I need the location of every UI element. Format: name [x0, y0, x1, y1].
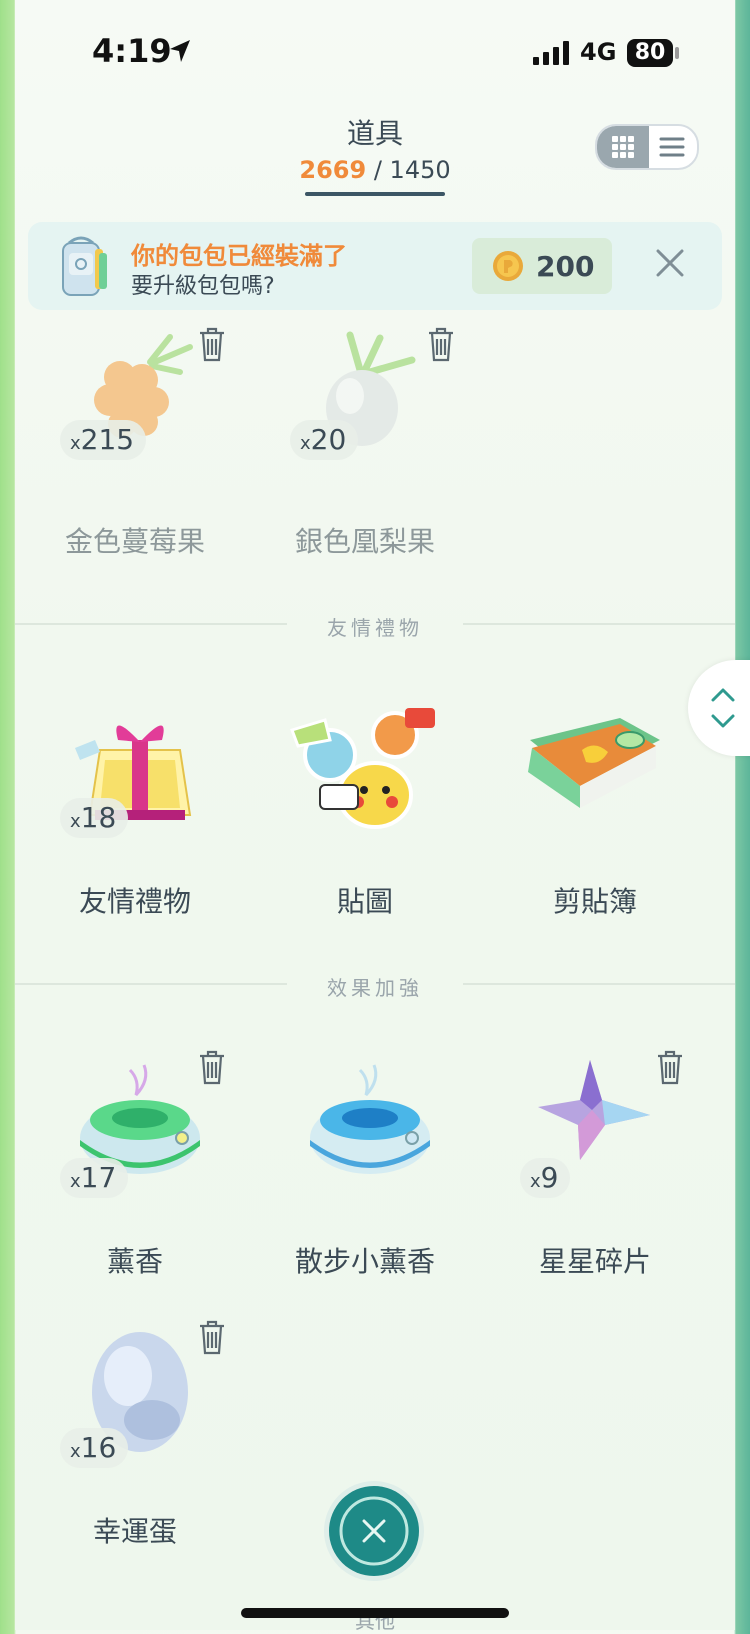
quantity-badge: x215 [60, 420, 147, 460]
quantity-badge: x17 [60, 1158, 129, 1198]
item-label: 星星碎片 [538, 1245, 651, 1278]
banner-headline: 你的包包已經裝滿了 [131, 242, 347, 270]
quantity-value: 20 [310, 423, 347, 456]
item-label: 散步小薰香 [294, 1245, 435, 1278]
quantity-prefix: x [300, 433, 311, 454]
quantity-value: 9 [540, 1161, 559, 1194]
trash-icon[interactable] [197, 325, 227, 363]
item-count-max: 1450 [389, 156, 451, 184]
item-label: 幸運蛋 [92, 1515, 177, 1548]
quantity-prefix: x [70, 1171, 81, 1192]
battery-cap [675, 47, 679, 59]
section-header-boosts: 效果加強 [15, 972, 735, 1000]
list-view-icon [659, 137, 685, 157]
quantity-prefix: x [70, 811, 81, 832]
item-daily-adventure-incense[interactable]: 散步小薰香 [250, 1040, 480, 1280]
quantity-prefix: x [70, 433, 81, 454]
home-indicator[interactable] [241, 1608, 509, 1618]
item-count-separator: / [373, 156, 382, 184]
quantity-value: 16 [80, 1431, 117, 1464]
item-label: 金色蔓莓果 [64, 525, 205, 558]
section-header-friendship: 友情禮物 [15, 612, 735, 640]
quantity-prefix: x [530, 1171, 541, 1192]
quantity-badge: x20 [290, 420, 359, 460]
quantity-value: 215 [80, 423, 135, 456]
close-banner-icon[interactable] [655, 248, 685, 278]
upgrade-price: 200 [536, 250, 595, 283]
trash-icon[interactable] [426, 325, 456, 363]
close-icon [339, 1496, 409, 1566]
item-label: 銀色凰梨果 [294, 525, 435, 558]
quantity-badge: x9 [520, 1158, 571, 1198]
sticker-icon [290, 708, 435, 829]
item-label: 友情禮物 [78, 885, 191, 918]
cellular-signal-icon [533, 41, 569, 65]
view-toggle[interactable] [595, 124, 699, 170]
section-title: 效果加強 [327, 976, 423, 1000]
trash-icon[interactable] [197, 1048, 227, 1086]
item-count-current: 2669 [299, 156, 367, 184]
network-type: 4G [580, 38, 617, 66]
quantity-badge: x16 [60, 1428, 129, 1468]
banner-subtitle: 要升級包包嗎? [131, 274, 275, 299]
item-label: 薰香 [106, 1245, 163, 1278]
item-postcard-book[interactable]: 剪貼簿 [480, 680, 710, 920]
chevron-up-down-icon [711, 688, 735, 728]
item-stickers[interactable]: 貼圖 [250, 680, 480, 920]
trash-icon[interactable] [197, 1318, 227, 1356]
close-button[interactable] [329, 1486, 419, 1576]
backpack-icon [62, 236, 107, 296]
star-piece-icon [538, 1060, 650, 1160]
title-underline [305, 192, 445, 196]
section-title: 友情禮物 [327, 616, 423, 640]
daily-incense-icon [310, 1064, 430, 1174]
trash-icon[interactable] [655, 1048, 685, 1086]
item-label: 貼圖 [336, 885, 393, 918]
quantity-value: 17 [80, 1161, 117, 1194]
grid-view-icon [612, 136, 634, 158]
item-label: 剪貼簿 [552, 885, 637, 918]
quantity-prefix: x [70, 1441, 81, 1462]
postcard-book-icon [528, 718, 660, 808]
status-time: 4:19 [92, 32, 172, 70]
quantity-badge: x18 [60, 798, 129, 838]
list-view-button[interactable] [649, 126, 697, 168]
item-gift[interactable]: x18 友情禮物 [20, 680, 250, 920]
pokecoin-icon [493, 251, 523, 281]
quantity-value: 18 [80, 801, 117, 834]
grid-view-button[interactable] [597, 126, 649, 168]
battery-icon: 80 [627, 39, 673, 67]
status-bar: 4:19 4G 80 [0, 0, 750, 100]
location-arrow-icon [170, 40, 190, 62]
